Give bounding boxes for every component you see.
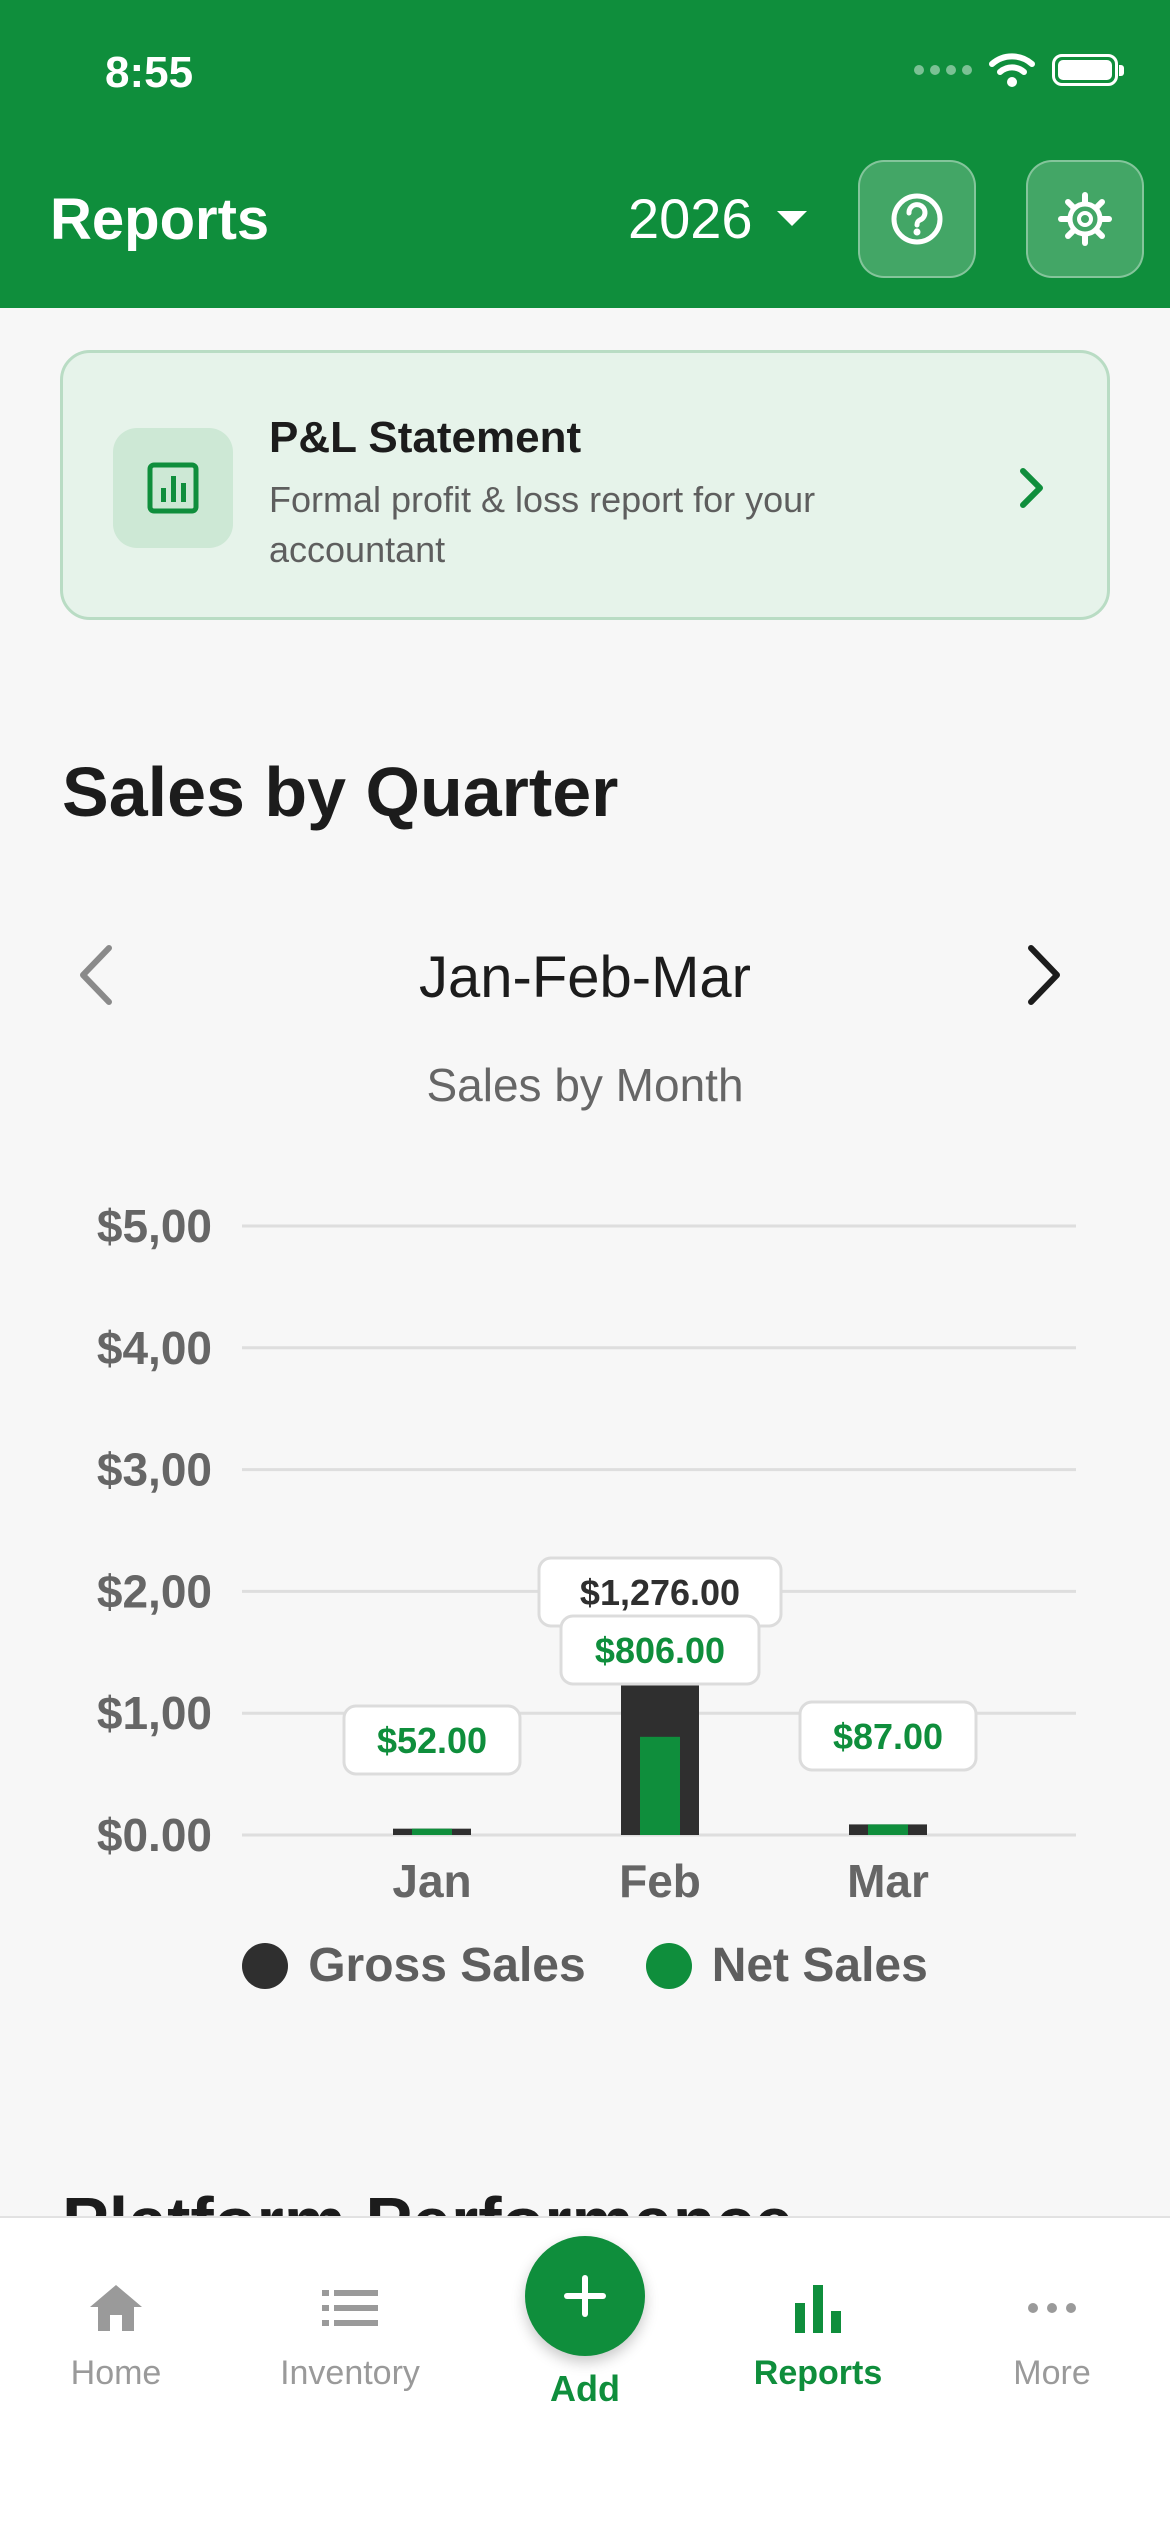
pl-statement-card[interactable]: P&L Statement Formal profit & loss repor… [60,350,1110,620]
legend-item-gross: Gross Sales [242,1938,586,1993]
cellular-signal-icon [914,65,972,75]
x-tick-label: Mar [847,1855,929,1907]
tab-inventory[interactable]: Inventory [250,2268,450,2393]
y-tick-label: $0.00 [97,1809,212,1861]
settings-button[interactable] [1026,160,1144,278]
data-label-gross: $1,276.00 [580,1572,740,1613]
tab-reports[interactable]: Reports [718,2268,918,2393]
bar-net [640,1736,680,1835]
tab-label-inventory: Inventory [280,2354,420,2392]
year-value: 2026 [628,187,753,250]
y-tick-label: $5,00 [97,1200,212,1252]
help-circle-icon [891,193,943,245]
x-tick-label: Jan [392,1855,471,1907]
y-tick-label: $1,00 [97,1687,212,1739]
legend-swatch-gross [242,1942,289,1989]
data-label-net: $52.00 [377,1720,487,1761]
legend-item-net: Net Sales [645,1938,928,1993]
tab-label-reports: Reports [753,2354,883,2392]
year-selector[interactable]: 2026 [628,186,807,251]
data-label-net: $806.00 [595,1630,725,1671]
more-icon [952,2268,1152,2348]
legend-label-gross: Gross Sales [308,1939,586,1992]
y-tick-label: $2,00 [97,1565,212,1617]
y-tick-label: $3,00 [97,1444,212,1496]
sales-by-month-chart: $0.00 $1,00 $2,00 $3,00 $4,00 $5,00 Jan Feb Mar… [97,1200,1076,1907]
chevron-right-icon [1020,468,1043,508]
wifi-icon [989,53,1035,87]
pl-card-title: P&L Statement [269,413,582,462]
chart-title: Sales by Month [426,1059,744,1111]
home-icon [16,2268,216,2348]
bar-chart-icon [113,428,233,548]
tab-more[interactable]: More [952,2268,1152,2393]
legend-swatch-net [645,1942,692,1989]
tab-label-more: More [1013,2354,1091,2392]
platform-performance-title: Platform Performance [62,2172,793,2218]
plus-icon [564,2275,606,2317]
x-tick-label: Feb [619,1855,701,1907]
next-quarter-button[interactable] [1010,940,1080,1010]
quarter-label: Jan-Feb-Mar [419,945,751,1010]
add-button[interactable] [525,2236,645,2356]
legend-label-net: Net Sales [711,1939,928,1992]
section-title: Sales by Quarter [62,753,619,831]
tab-label-add[interactable]: Add [485,2368,685,2410]
tab-label-home: Home [70,2354,162,2392]
help-button[interactable] [858,160,976,278]
bar-net [868,1824,908,1835]
list-icon [250,2268,450,2348]
tab-home[interactable]: Home [16,2268,216,2393]
chevron-right-icon [1028,945,1060,1005]
bar-net [412,1828,452,1835]
status-icons [914,50,1124,90]
pl-card-subtitle: Formal profit & loss report for your acc… [269,479,816,570]
caret-down-icon [776,211,807,226]
chart-legend: Gross Sales Net Sales [0,1938,1170,1993]
bar-chart-icon [718,2268,918,2348]
app-header: 8:55 Reports 2026 [0,0,1170,308]
status-time: 8:55 [105,48,194,97]
gear-icon [1058,192,1112,246]
data-label-net: $87.00 [833,1716,943,1757]
battery-icon [1052,54,1124,86]
y-tick-label: $4,00 [97,1322,212,1374]
page-title: Reports [50,187,270,252]
